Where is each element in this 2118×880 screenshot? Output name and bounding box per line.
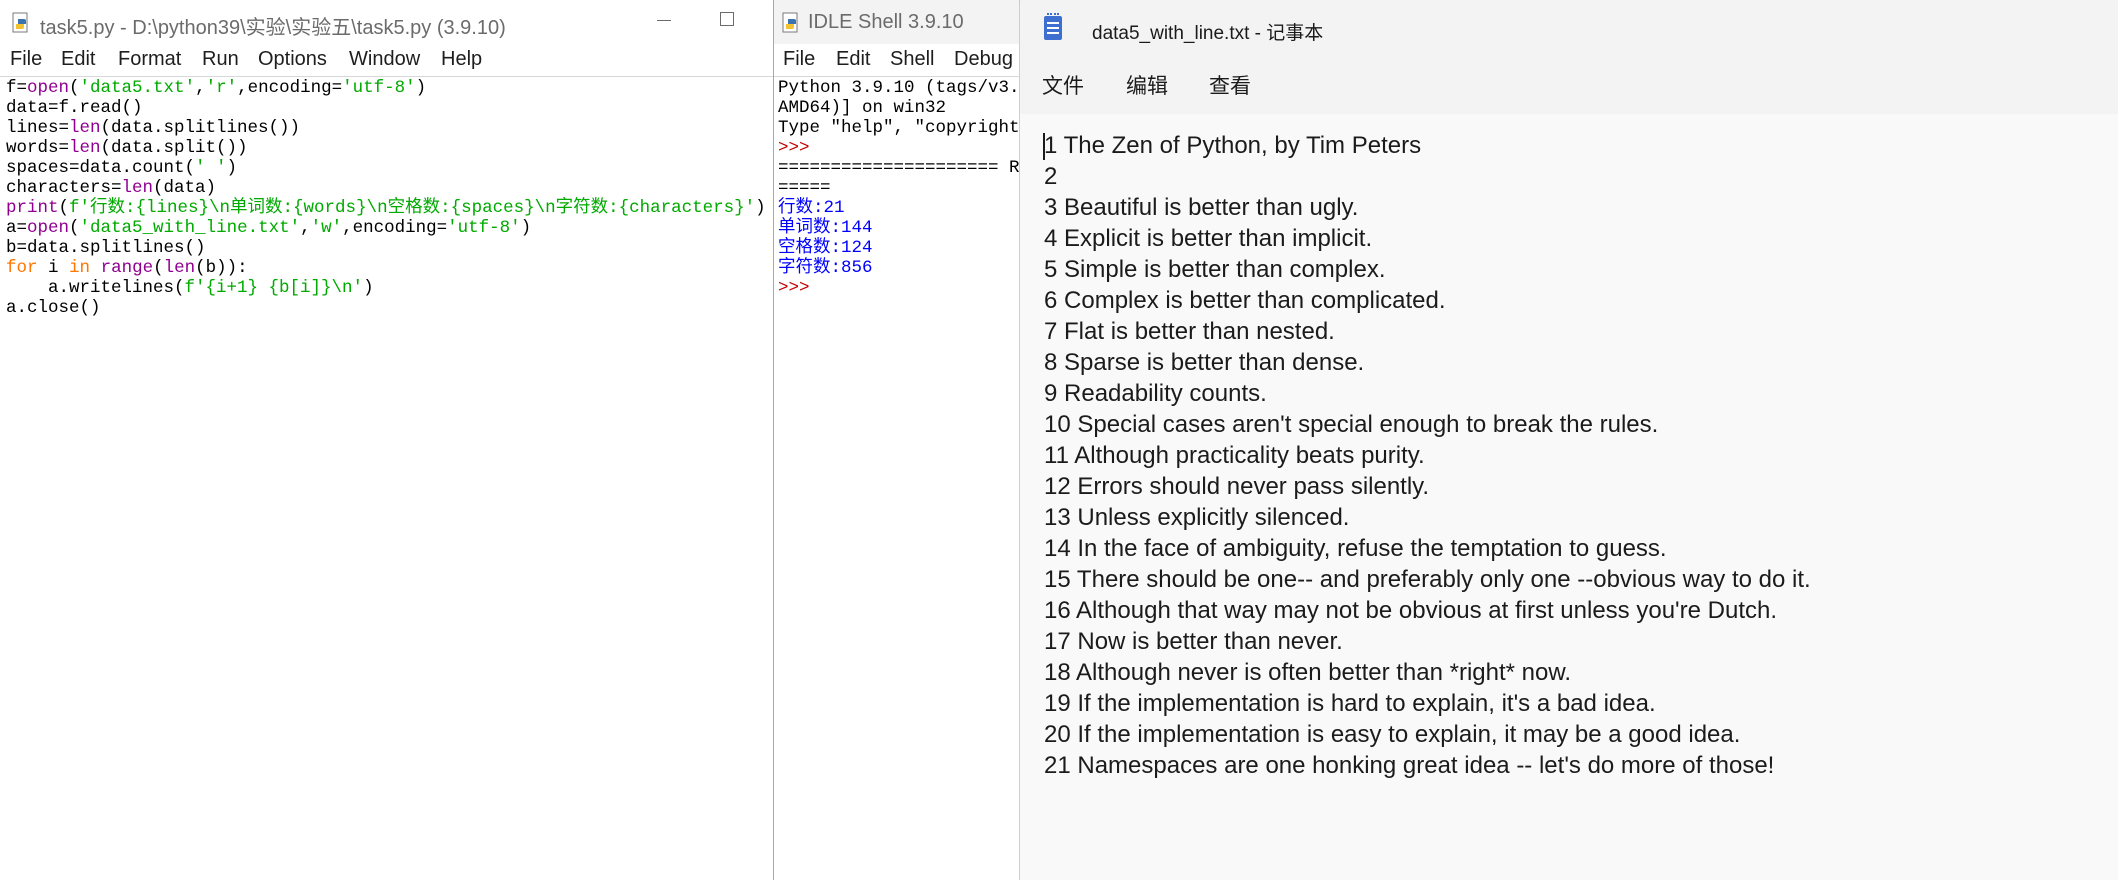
shell-line: 行数:21 — [778, 198, 845, 218]
code-line: characters=len(data) — [6, 178, 217, 198]
text-line: 14 In the face of ambiguity, refuse the … — [1044, 535, 1667, 562]
text-line: 7 Flat is better than nested. — [1044, 318, 1335, 345]
text-line: 9 Readability counts. — [1044, 380, 1267, 407]
menu-file[interactable]: File — [10, 48, 42, 71]
text-line: 4 Explicit is better than implicit. — [1044, 225, 1373, 252]
notepad-menu-view[interactable]: 查看 — [1209, 70, 1251, 100]
shell-line: >>> — [778, 138, 810, 158]
code-line: spaces=data.count(' ') — [6, 158, 238, 178]
notepad-menu-edit[interactable]: 编辑 — [1126, 70, 1168, 100]
text-line: 16 Although that way may not be obvious … — [1044, 597, 1777, 624]
code-line: lines=len(data.splitlines()) — [6, 118, 301, 138]
notepad-icon — [1044, 13, 1062, 40]
shell-menu-file[interactable]: File — [783, 48, 815, 71]
notepad-menubar: 文件 编辑 查看 — [1020, 54, 2118, 114]
text-line: 17 Now is better than never. — [1044, 628, 1343, 655]
shell-line: Python 3.9.10 (tags/v3.9 — [778, 78, 1020, 98]
shell-menu-edit[interactable]: Edit — [836, 48, 870, 71]
shell-titlebar[interactable]: IDLE Shell 3.9.10 — [774, 0, 1019, 44]
idle-shell-window: IDLE Shell 3.9.10 File Edit Shell Debug … — [774, 0, 1020, 880]
text-line: 6 Complex is better than complicated. — [1044, 287, 1446, 314]
idle-editor-window: task5.py - D:\python39\实验\实验五\task5.py (… — [0, 0, 774, 880]
code-line: data=f.read() — [6, 98, 143, 118]
text-line: 18 Although never is often better than *… — [1044, 659, 1572, 686]
code-line: a=open('data5_with_line.txt','w',encodin… — [6, 218, 532, 238]
menu-edit[interactable]: Edit — [61, 48, 95, 71]
python-shell-icon — [782, 12, 798, 33]
text-line: 3 Beautiful is better than ugly. — [1044, 194, 1359, 221]
shell-output[interactable]: Python 3.9.10 (tags/v3.9 AMD64)] on win32… — [778, 78, 1019, 880]
editor-menubar: File Edit Format Run Options Window Help — [0, 44, 773, 77]
text-line: 5 Simple is better than complex. — [1044, 256, 1386, 283]
notepad-title: data5_with_line.txt - 记事本 — [1092, 23, 1324, 44]
shell-title: IDLE Shell 3.9.10 — [808, 11, 964, 33]
text-line: 19 If the implementation is hard to expl… — [1044, 690, 1656, 717]
shell-menu-shell[interactable]: Shell — [890, 48, 934, 71]
notepad-titlebar[interactable]: data5_with_line.txt - 记事本 — [1020, 4, 2118, 54]
code-line: a.close() — [6, 298, 101, 318]
notepad-window: data5_with_line.txt - 记事本 文件 编辑 查看 1 The… — [1019, 4, 2118, 880]
code-line: words=len(data.split()) — [6, 138, 248, 158]
shell-line: >>> — [778, 278, 810, 298]
editor-titlebar[interactable]: task5.py - D:\python39\实验\实验五\task5.py (… — [0, 0, 773, 44]
python-file-icon — [12, 12, 28, 33]
text-line: 11 Although practicality beats purity. — [1044, 442, 1425, 469]
text-line: 10 Special cases aren't special enough t… — [1044, 411, 1659, 438]
text-line: 1 The Zen of Python, by Tim Peters — [1044, 132, 1422, 159]
notepad-menu-file[interactable]: 文件 — [1042, 70, 1084, 100]
menu-format[interactable]: Format — [118, 48, 181, 71]
menu-run[interactable]: Run — [202, 48, 239, 71]
shell-line: Type "help", "copyright" — [778, 118, 1020, 138]
code-editor[interactable]: f=open('data5.txt','r',encoding='utf-8')… — [6, 78, 773, 880]
menu-help[interactable]: Help — [441, 48, 482, 71]
minimize-icon[interactable] — [654, 10, 674, 30]
shell-line: 空格数:124 — [778, 238, 873, 258]
text-line: 12 Errors should never pass silently. — [1044, 473, 1430, 500]
text-line: 13 Unless explicitly silenced. — [1044, 504, 1350, 531]
shell-menu-debug[interactable]: Debug — [954, 48, 1013, 71]
text-line: 8 Sparse is better than dense. — [1044, 349, 1365, 376]
shell-line: 单词数:144 — [778, 218, 873, 238]
notepad-text-area[interactable]: 1 The Zen of Python, by Tim Peters 2 3 Bea… — [1044, 130, 2118, 880]
shell-line: 字符数:856 — [778, 258, 873, 278]
menu-window[interactable]: Window — [349, 48, 420, 71]
text-line: 21 Namespaces are one honking great idea… — [1044, 752, 1775, 779]
text-line: 2 — [1044, 163, 1058, 190]
code-line: f=open('data5.txt','r',encoding='utf-8') — [6, 78, 427, 98]
maximize-icon[interactable] — [718, 10, 738, 30]
text-line: 15 There should be one-- and preferably … — [1044, 566, 1811, 593]
code-line: b=data.splitlines() — [6, 238, 206, 258]
code-line: for i in range(len(b)): — [6, 258, 248, 278]
shell-menubar: File Edit Shell Debug — [774, 44, 1019, 77]
text-caret — [1043, 133, 1045, 160]
text-line: 20 If the implementation is easy to expl… — [1044, 721, 1741, 748]
shell-line: AMD64)] on win32 — [778, 98, 947, 118]
shell-line: ===================== RE — [778, 158, 1020, 178]
code-line: print(f'行数:{lines}\n单词数:{words}\n空格数:{sp… — [6, 198, 766, 218]
editor-title: task5.py - D:\python39\实验\实验五\task5.py (… — [40, 17, 506, 39]
code-line: a.writelines(f'{i+1} {b[i]}\n') — [6, 278, 374, 298]
menu-options[interactable]: Options — [258, 48, 327, 71]
shell-line: ===== — [778, 178, 831, 198]
